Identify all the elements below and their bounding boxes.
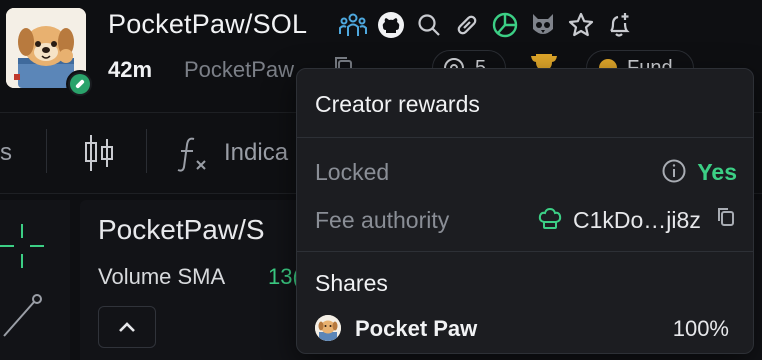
fee-authority-label: Fee authority [315,207,450,233]
pill-icon [70,74,90,94]
locked-label: Locked [315,159,390,185]
owl-icon[interactable] [524,8,562,42]
fee-authority-address[interactable]: C1kDo…ji8z [573,207,701,234]
community-icon[interactable] [334,8,372,42]
token-handle[interactable]: PocketPaw [184,57,294,83]
info-icon[interactable] [661,158,687,189]
pair-title: PocketPaw/SOL [108,9,308,39]
chef-hat-icon [537,206,563,237]
shares-title: Shares [315,270,388,296]
volume-sma-label: Volume SMA [98,264,226,289]
candlestick-icon[interactable] [82,133,116,178]
pie-chart-icon[interactable] [486,8,524,42]
function-icon[interactable] [176,135,210,178]
copy-address-icon[interactable] [715,206,737,233]
drawing-tools-panel [0,200,70,360]
toolbar-partial-item[interactable]: s [0,139,12,167]
indicators-button[interactable]: Indica [224,139,288,167]
star-icon[interactable] [562,8,600,42]
popover-divider [297,137,753,138]
link-icon[interactable] [448,8,486,42]
popover-divider [297,251,753,252]
chevron-up-icon [117,320,137,334]
trendline-icon[interactable] [0,292,48,347]
header-icon-row [334,8,638,42]
toolbar-divider [46,129,47,173]
popover-title: Creator rewards [315,91,480,117]
search-icon[interactable] [410,8,448,42]
github-icon[interactable] [372,8,410,42]
share-percent: 100% [672,316,729,341]
bell-plus-icon[interactable] [600,8,638,42]
token-age: 42m [108,57,153,82]
share-holder-name: Pocket Paw [355,316,478,341]
toolbar-divider [146,129,147,173]
crosshair-icon[interactable] [0,218,48,279]
chart-title: PocketPaw/S [98,214,265,245]
share-avatar [315,315,341,341]
collapse-button[interactable] [98,306,156,348]
rewards-badge[interactable] [66,70,94,98]
locked-value: Yes [697,159,737,185]
creator-rewards-popover: Creator rewards Locked Yes Fee authority… [296,68,754,354]
